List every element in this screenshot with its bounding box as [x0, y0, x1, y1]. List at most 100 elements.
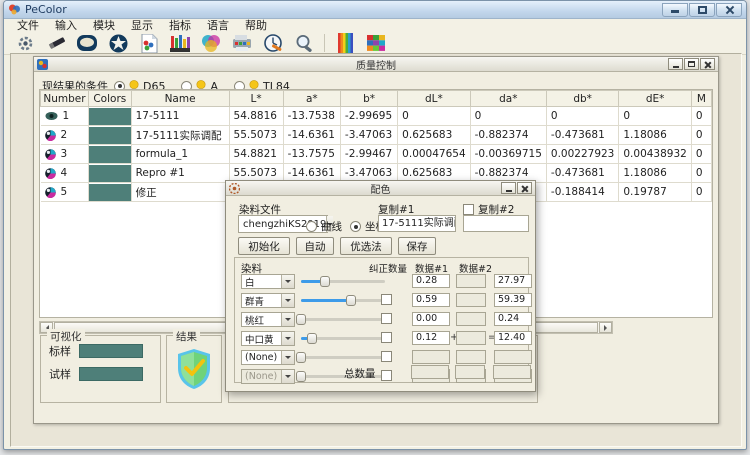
main-titlebar: PeColor	[4, 1, 746, 19]
pass-shield-icon	[176, 348, 212, 390]
mode-option-curve[interactable]: 曲线	[306, 219, 342, 234]
col-number[interactable]: Number	[41, 91, 89, 107]
correction-checkbox[interactable]	[381, 370, 392, 381]
palette-case-icon[interactable]	[76, 33, 98, 53]
col-L[interactable]: L*	[229, 91, 283, 107]
dialog-title: 配色	[226, 181, 535, 196]
copy2-input[interactable]	[463, 215, 529, 232]
close-icon	[725, 5, 734, 14]
correction-checkbox[interactable]	[381, 313, 392, 324]
gauge-pen-icon[interactable]	[262, 33, 284, 53]
close-button[interactable]	[716, 3, 742, 17]
table-row[interactable]: 3 formula_154.8821-13.7575-2.99467 0.000…	[41, 145, 712, 164]
color-matching-dialog: 配色 染料文件 chengzhiKS2019 曲线 坐标 复制#1 17-511…	[225, 180, 536, 392]
data1-field[interactable]: 0.12	[412, 331, 450, 345]
dye-slider[interactable]	[301, 318, 385, 321]
data1-field[interactable]: 0.59	[412, 293, 450, 307]
total-field[interactable]: 12.40	[494, 331, 532, 345]
settings-sync-icon[interactable]	[14, 33, 36, 53]
menu-file[interactable]: 文件	[10, 19, 46, 32]
slider-handle[interactable]	[307, 333, 317, 344]
slider-handle[interactable]	[346, 295, 356, 306]
color-mosaic-icon[interactable]	[365, 33, 387, 53]
dye-dropdown[interactable]: 中口黄	[241, 331, 295, 346]
slider-handle[interactable]	[296, 314, 306, 325]
total-field[interactable]: 59.39	[494, 293, 532, 307]
menu-input[interactable]: 输入	[48, 19, 84, 32]
table-row[interactable]: 1 17-511154.8816-13.7538-2.99695 00000	[41, 107, 712, 126]
trial-icon	[45, 149, 56, 160]
color-printer-icon[interactable]	[231, 33, 253, 53]
data2-field[interactable]	[456, 312, 486, 326]
bar-chart-icon[interactable]	[169, 33, 191, 53]
app-logo-icon	[8, 3, 21, 16]
pencil-icon[interactable]	[45, 33, 67, 53]
slider-handle[interactable]	[320, 276, 330, 287]
dye-dropdown[interactable]: 白	[241, 274, 295, 289]
dye-slider[interactable]	[301, 337, 385, 340]
total-field[interactable]: 27.97	[494, 274, 532, 288]
qc-restore-button[interactable]	[684, 58, 699, 70]
dye-dropdown[interactable]: 群青	[241, 293, 295, 308]
col-colors[interactable]: Colors	[89, 91, 132, 107]
optimize-button[interactable]: 优选法	[340, 237, 392, 255]
radio-coordinate[interactable]	[350, 221, 361, 232]
maximize-button[interactable]	[689, 3, 715, 17]
col-dE[interactable]: dE*	[619, 91, 691, 107]
data1-field[interactable]	[412, 350, 450, 364]
col-name[interactable]: Name	[131, 91, 229, 107]
copy1-input[interactable]: 17-5111实际调配	[378, 215, 456, 232]
col-dL[interactable]: dL*	[398, 91, 470, 107]
curve-label: 曲线	[321, 219, 342, 234]
dye-slider[interactable]	[301, 356, 385, 359]
scroll-right-button[interactable]	[599, 322, 612, 333]
col-db[interactable]: db*	[546, 91, 618, 107]
menu-index[interactable]: 指标	[162, 19, 198, 32]
menu-help[interactable]: 帮助	[238, 19, 274, 32]
dye-slider[interactable]	[301, 299, 385, 302]
dialog-close-button[interactable]	[517, 182, 532, 194]
save-button[interactable]: 保存	[398, 237, 436, 255]
copy2-checkbox[interactable]	[463, 204, 474, 215]
slider-handle[interactable]	[296, 371, 306, 382]
correction-checkbox[interactable]	[381, 332, 392, 343]
dialog-minimize-button[interactable]	[501, 182, 516, 194]
dye-dropdown[interactable]: (None)	[241, 350, 295, 365]
trial-icon	[45, 168, 56, 179]
data2-field[interactable]	[456, 274, 486, 288]
qc-minimize-button[interactable]	[668, 58, 683, 70]
total-field[interactable]: 0.24	[494, 312, 532, 326]
data2-field[interactable]	[456, 350, 486, 364]
menu-language[interactable]: 语言	[200, 19, 236, 32]
table-row[interactable]: 2 17-5111实际调配55.5073-14.6361-3.47063 0.6…	[41, 126, 712, 145]
color-document-icon[interactable]	[138, 33, 160, 53]
qc-close-button[interactable]	[700, 58, 715, 70]
magnifier-icon[interactable]	[293, 33, 315, 53]
minimize-button[interactable]	[662, 3, 688, 17]
col-da[interactable]: da*	[470, 91, 546, 107]
rainbow-strip-icon[interactable]	[334, 33, 356, 53]
color-circles-icon[interactable]	[200, 33, 222, 53]
data1-field[interactable]: 0.28	[412, 274, 450, 288]
dye-slider[interactable]	[301, 280, 385, 283]
menu-display[interactable]: 显示	[124, 19, 160, 32]
correction-checkbox[interactable]	[381, 351, 392, 362]
correction-checkbox[interactable]	[381, 294, 392, 305]
data1-field[interactable]: 0.00	[412, 312, 450, 326]
total-field[interactable]	[494, 350, 532, 364]
slider-handle[interactable]	[296, 352, 306, 363]
dye-dropdown[interactable]: 桃红	[241, 312, 295, 327]
menu-module[interactable]: 模块	[86, 19, 122, 32]
close-icon	[704, 61, 711, 68]
radio-curve[interactable]	[306, 221, 317, 232]
aperture-icon[interactable]	[107, 33, 129, 53]
data2-field[interactable]	[456, 331, 486, 345]
color-swatch	[89, 184, 131, 201]
dialog-titlebar: 配色	[226, 181, 535, 196]
auto-button[interactable]: 自动	[296, 237, 334, 255]
data2-field[interactable]	[456, 293, 486, 307]
col-a[interactable]: a*	[283, 91, 340, 107]
col-b[interactable]: b*	[340, 91, 397, 107]
col-M[interactable]: M	[691, 91, 711, 107]
initialize-button[interactable]: 初始化	[238, 237, 290, 255]
